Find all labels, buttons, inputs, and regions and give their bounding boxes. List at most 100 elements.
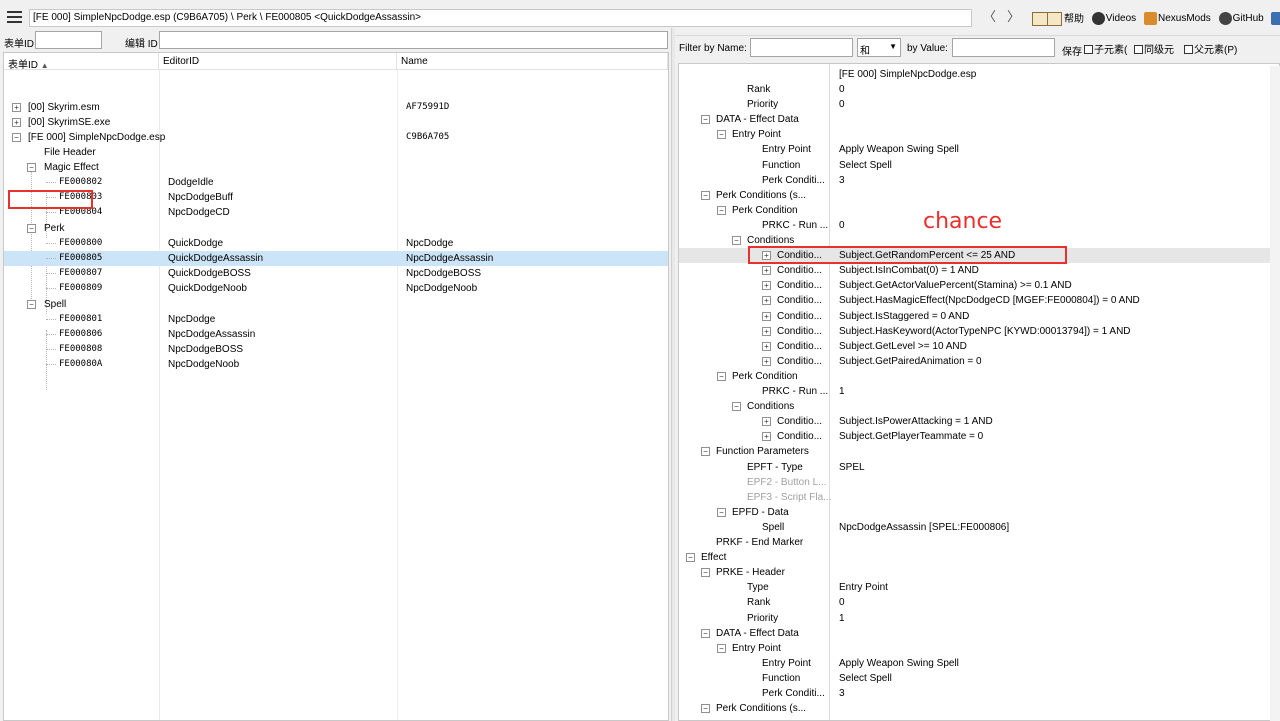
collapse-icon[interactable]: − bbox=[12, 133, 21, 142]
element-row[interactable]: PRKF - End Marker bbox=[679, 535, 1279, 550]
expand-icon[interactable]: + bbox=[762, 341, 771, 351]
table-row[interactable]: FE000802 DodgeIdle bbox=[4, 175, 668, 190]
collapse-icon[interactable]: − bbox=[717, 130, 726, 140]
element-row[interactable]: Perk Conditi... 3 bbox=[679, 173, 1279, 188]
collapse-icon[interactable]: − bbox=[717, 205, 726, 215]
collapse-icon[interactable]: − bbox=[701, 447, 710, 457]
element-row[interactable]: + Conditio... Subject.GetPlayerTeammate = … bbox=[679, 429, 1279, 444]
filter-operator-select[interactable]: 和 ▼ bbox=[857, 38, 901, 57]
expand-icon[interactable]: + bbox=[762, 417, 771, 427]
table-row[interactable]: FE000808 NpcDodgeBOSS bbox=[4, 342, 668, 357]
table-row[interactable]: FE000809 QuickDodgeNoob NpcDodgeNoob bbox=[4, 281, 668, 296]
element-row[interactable]: − PRKE - Header bbox=[679, 565, 1279, 580]
videos-link[interactable]: Videos bbox=[1091, 11, 1136, 25]
table-row[interactable]: FE000807 QuickDodgeBOSS NpcDodgeBOSS bbox=[4, 266, 668, 281]
help-link[interactable]: 帮助 bbox=[1032, 10, 1084, 27]
expand-icon[interactable]: + bbox=[762, 326, 771, 336]
element-row[interactable]: − Entry Point bbox=[679, 127, 1279, 142]
element-row[interactable]: − Conditions bbox=[679, 399, 1279, 414]
element-row[interactable]: Priority 1 bbox=[679, 611, 1279, 626]
formid-filter-input[interactable] bbox=[35, 31, 102, 49]
element-row[interactable]: EPFT - Type SPEL bbox=[679, 460, 1279, 475]
element-row[interactable]: + Conditio... Subject.GetLevel >= 10 AND bbox=[679, 339, 1279, 354]
collapse-icon[interactable]: − bbox=[732, 402, 741, 412]
expand-icon[interactable]: + bbox=[12, 118, 21, 127]
collapse-icon[interactable]: − bbox=[732, 236, 741, 245]
table-row[interactable]: FE000803 NpcDodgeBuff bbox=[4, 190, 668, 205]
element-row[interactable]: + Conditio... Subject.IsStaggered = 0 AND bbox=[679, 309, 1279, 324]
collapse-icon[interactable]: − bbox=[717, 507, 726, 517]
filter-name-input[interactable] bbox=[750, 38, 853, 57]
table-row[interactable]: FE000801 NpcDodge bbox=[4, 312, 668, 327]
element-row[interactable]: Priority 0 bbox=[679, 97, 1279, 112]
expand-icon[interactable]: + bbox=[762, 432, 771, 442]
tree-row-skyrimse-exe[interactable]: + [00] SkyrimSE.exe bbox=[4, 115, 668, 130]
table-row[interactable]: FE000806 NpcDodgeAssassin bbox=[4, 327, 668, 342]
element-row[interactable]: + Conditio... Subject.HasMagicEffect(NpcDo… bbox=[679, 293, 1279, 308]
element-row[interactable]: − Entry Point bbox=[679, 641, 1279, 656]
collapse-icon[interactable]: − bbox=[701, 190, 710, 200]
github-link[interactable]: GitHub bbox=[1218, 11, 1264, 25]
expand-icon[interactable]: + bbox=[762, 281, 771, 291]
siblings-checkbox[interactable]: 同级元 bbox=[1134, 41, 1174, 56]
element-row[interactable]: − Perk Conditions (s... bbox=[679, 701, 1279, 716]
element-row[interactable]: − DATA - Effect Data bbox=[679, 626, 1279, 641]
tree-row-file-header[interactable]: File Header bbox=[4, 145, 668, 160]
collapse-icon[interactable]: − bbox=[27, 163, 36, 172]
table-row[interactable]: FE000800 QuickDodge NpcDodge bbox=[4, 236, 668, 251]
expand-icon[interactable]: + bbox=[12, 103, 21, 112]
menu-icon[interactable] bbox=[7, 11, 22, 23]
element-row[interactable]: + Conditio... Subject.GetPairedAnimation =… bbox=[679, 354, 1279, 369]
element-row[interactable]: − EPFD - Data bbox=[679, 505, 1279, 520]
tree-row-plugin[interactable]: − [FE 000] SimpleNpcDodge.esp C9B6A705 bbox=[4, 130, 668, 145]
expand-icon[interactable]: + bbox=[762, 356, 771, 366]
element-row[interactable]: Type Entry Point bbox=[679, 580, 1279, 595]
element-row[interactable]: Entry Point Apply Weapon Swing Spell bbox=[679, 142, 1279, 157]
collapse-icon[interactable]: − bbox=[701, 568, 710, 578]
parents-checkbox[interactable]: 父元素(P) bbox=[1184, 41, 1237, 56]
table-row-selected[interactable]: FE000805 QuickDodgeAssassin NpcDodgeAssa… bbox=[4, 251, 668, 266]
back-icon[interactable]: 〈 bbox=[983, 10, 996, 24]
table-row[interactable]: FE00080A NpcDodgeNoob bbox=[4, 357, 668, 372]
element-row[interactable]: Spell NpcDodgeAssassin [SPEL:FE000806] bbox=[679, 520, 1279, 535]
tree-row-spell[interactable]: − Spell bbox=[4, 297, 668, 312]
collapse-icon[interactable]: − bbox=[701, 115, 710, 125]
expand-icon[interactable]: + bbox=[762, 311, 771, 321]
table-row[interactable]: FE000804 NpcDodgeCD bbox=[4, 205, 668, 220]
collapse-icon[interactable]: − bbox=[701, 704, 710, 714]
element-row[interactable]: Function Select Spell bbox=[679, 671, 1279, 686]
children-checkbox[interactable]: 子元素( bbox=[1084, 41, 1127, 56]
expand-icon[interactable]: + bbox=[762, 296, 771, 306]
element-row[interactable]: EPF3 - Script Fla... bbox=[679, 490, 1279, 505]
editorid-filter-input[interactable] bbox=[159, 31, 668, 49]
filter-value-input[interactable] bbox=[952, 38, 1055, 57]
column-header-formid[interactable]: 表单ID ▲ bbox=[4, 53, 159, 71]
element-row[interactable]: − Effect bbox=[679, 550, 1279, 565]
element-row[interactable]: Rank 0 bbox=[679, 595, 1279, 610]
column-header-name[interactable]: Name bbox=[397, 53, 668, 70]
collapse-icon[interactable]: − bbox=[27, 300, 36, 309]
element-row[interactable]: Function Select Spell bbox=[679, 158, 1279, 173]
nexus-link[interactable]: NexusMods bbox=[1143, 11, 1211, 25]
forward-icon[interactable]: 〉 bbox=[1007, 10, 1020, 24]
element-row[interactable]: Rank 0 bbox=[679, 82, 1279, 97]
collapse-icon[interactable]: − bbox=[717, 371, 726, 381]
element-row[interactable]: − DATA - Effect Data bbox=[679, 112, 1279, 127]
vertical-scrollbar[interactable] bbox=[1270, 66, 1280, 721]
element-row[interactable]: Entry Point Apply Weapon Swing Spell bbox=[679, 656, 1279, 671]
more-link[interactable]: D bbox=[1271, 11, 1280, 25]
element-row[interactable]: + Conditio... Subject.HasKeyword(ActorType… bbox=[679, 324, 1279, 339]
element-row[interactable]: + Conditio... Subject.GetActorValuePercent… bbox=[679, 278, 1279, 293]
element-row[interactable]: − Perk Condition bbox=[679, 369, 1279, 384]
tree-row-magic-effect[interactable]: − Magic Effect bbox=[4, 160, 668, 175]
collapse-icon[interactable]: − bbox=[717, 643, 726, 653]
element-row[interactable]: − Function Parameters bbox=[679, 444, 1279, 459]
column-header-editorid[interactable]: EditorID bbox=[159, 53, 397, 70]
element-row[interactable]: Perk Conditi... 3 bbox=[679, 686, 1279, 701]
collapse-icon[interactable]: − bbox=[701, 628, 710, 638]
element-row[interactable]: − Perk Conditions (s... bbox=[679, 188, 1279, 203]
element-row[interactable]: EPF2 - Button L... bbox=[679, 475, 1279, 490]
element-row[interactable]: PRKC - Run ... 1 bbox=[679, 384, 1279, 399]
expand-icon[interactable]: + bbox=[762, 266, 771, 276]
tree-row-skyrim-esm[interactable]: + [00] Skyrim.esm AF75991D bbox=[4, 100, 668, 115]
